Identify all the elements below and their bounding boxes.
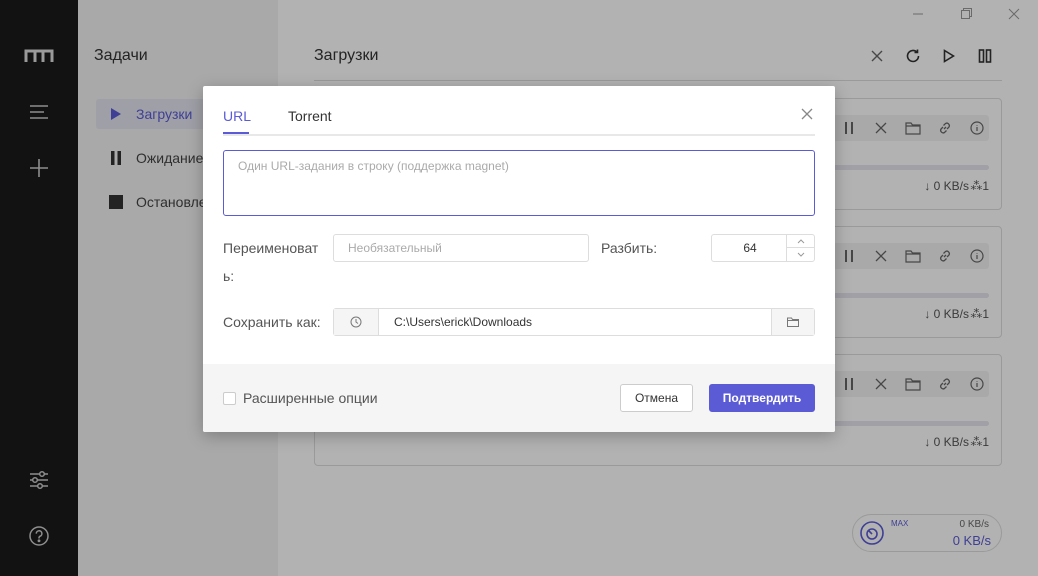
chevron-up-icon[interactable] xyxy=(787,235,814,248)
close-icon[interactable] xyxy=(799,106,815,122)
save-path-field[interactable]: C:\Users\erick\Downloads xyxy=(333,308,815,336)
folder-icon[interactable] xyxy=(771,309,814,335)
split-stepper[interactable]: 64 xyxy=(711,234,815,262)
dialog-footer: Расширенные опции Отмена Подтвердить xyxy=(203,364,835,432)
advanced-checkbox[interactable] xyxy=(223,391,236,405)
dialog-tabs: URL Torrent xyxy=(223,86,815,136)
stepper-buttons xyxy=(786,235,814,261)
rename-input[interactable] xyxy=(333,234,589,262)
advanced-options-label: Расширенные опции xyxy=(243,390,378,406)
advanced-options-toggle[interactable]: Расширенные опции xyxy=(223,390,378,406)
save-as-label: Сохранить как: xyxy=(223,314,321,330)
active-tab-indicator xyxy=(223,132,249,134)
confirm-button[interactable]: Подтвердить xyxy=(709,384,815,412)
save-path[interactable]: C:\Users\erick\Downloads xyxy=(394,309,532,335)
history-icon[interactable] xyxy=(334,309,379,335)
tab-url[interactable]: URL xyxy=(223,108,251,134)
cancel-button[interactable]: Отмена xyxy=(620,384,693,412)
tab-torrent[interactable]: Torrent xyxy=(288,108,332,134)
add-task-dialog: URL Torrent Переименоват ь: Разбить: 64 … xyxy=(203,86,835,432)
split-value[interactable]: 64 xyxy=(712,235,788,261)
rename-label-wrap: ь: xyxy=(223,268,235,284)
chevron-down-icon[interactable] xyxy=(787,248,814,261)
rename-label: Переименоват xyxy=(223,240,319,256)
url-input[interactable] xyxy=(223,150,815,216)
split-label: Разбить: xyxy=(601,240,658,256)
